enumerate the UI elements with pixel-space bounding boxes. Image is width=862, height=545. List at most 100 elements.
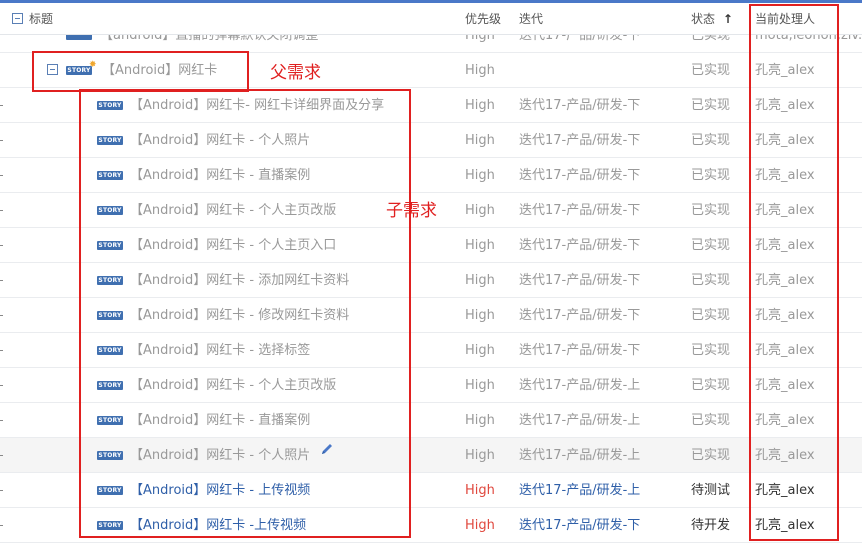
story-badge-icon: STORY <box>97 276 123 285</box>
row-iteration: 迭代17-产品/研发-下 <box>519 308 641 323</box>
row-priority: High <box>465 238 495 253</box>
row-priority: High <box>465 98 495 113</box>
row-priority: High <box>465 483 495 498</box>
row-assignee: 孔亮_alex <box>755 413 815 428</box>
row-assignee: 孔亮_alex <box>755 483 815 498</box>
header-status[interactable]: 状态 ↑ <box>691 3 733 35</box>
row-marker <box>0 350 3 351</box>
story-badge-icon: STORY <box>97 206 123 215</box>
row-assignee: 孔亮_alex <box>755 238 815 253</box>
row-marker <box>0 420 3 421</box>
story-badge-icon: STORY <box>97 136 123 145</box>
collapse-all-icon[interactable] <box>12 13 23 24</box>
table-header: 标题 优先级 迭代 状态 ↑ 当前处理人 <box>0 3 862 35</box>
header-assignee[interactable]: 当前处理人 <box>755 3 815 35</box>
row-assignee: 孔亮_alex <box>755 203 815 218</box>
table-row[interactable]: STORY 【Android】网红卡- 网红卡详细界面及分享 High 迭代17-产品… <box>0 88 862 123</box>
header-title[interactable]: 标题 <box>29 3 53 35</box>
table-row[interactable]: STORY 【Android】网红卡 - 修改网红卡资料 High 迭代17-产品/研… <box>0 298 862 333</box>
row-iteration: 迭代17-产品/研发-下 <box>519 98 641 113</box>
story-badge-icon: STORY <box>97 346 123 355</box>
row-title[interactable]: 【Android】网红卡 -上传视频 <box>130 508 306 543</box>
row-title[interactable]: 【Android】网红卡 - 个人主页改版 <box>130 193 336 228</box>
row-status: 已实现 <box>691 63 731 78</box>
table-row[interactable]: STORY 【Android】网红卡 - 个人主页改版 High 迭代17-产品/研发… <box>0 368 862 403</box>
row-priority: High <box>465 63 495 78</box>
table-row-parent[interactable]: STORY ✸ 【Android】网红卡 High 已实现 孔亮_alex <box>0 53 862 88</box>
pencil-icon[interactable] <box>314 441 334 456</box>
header-status-label: 状态 <box>691 12 716 26</box>
parent-star-icon: ✸ <box>89 60 97 70</box>
row-iteration: 迭代17-产品/研发-上 <box>519 483 641 498</box>
collapse-parent-icon[interactable] <box>47 64 58 75</box>
row-marker <box>0 280 3 281</box>
row-iteration: 迭代17-产品/研发-下 <box>519 238 641 253</box>
row-priority: High <box>465 203 495 218</box>
story-badge-icon: STORY <box>97 171 123 180</box>
table-row[interactable]: STORY 【Android】网红卡 - 直播案例 High 迭代17-产品/研发-下… <box>0 158 862 193</box>
table-row[interactable]: STORY 【Android】网红卡 -上传视频 High 迭代17-产品/研发-下 待… <box>0 508 862 543</box>
row-assignee: 孔亮_alex <box>755 168 815 183</box>
header-iteration[interactable]: 迭代 <box>519 3 543 35</box>
row-status: 已实现 <box>691 98 731 113</box>
row-title[interactable]: 【Android】网红卡 - 直播案例 <box>130 158 310 193</box>
row-title: 【Android】网红卡 <box>102 63 218 78</box>
row-iteration: 迭代17-产品/研发-上 <box>519 448 641 463</box>
header-priority[interactable]: 优先级 <box>465 3 501 35</box>
story-badge-icon: STORY <box>97 381 123 390</box>
sort-arrow-up-icon: ↑ <box>722 12 733 26</box>
row-priority: High <box>465 273 495 288</box>
row-assignee: 孔亮_alex <box>755 343 815 358</box>
table-row[interactable]: STORY 【Android】网红卡 - 直播案例 High 迭代17-产品/研发-上… <box>0 403 862 438</box>
table-row[interactable]: STORY 【Android】网红卡 - 个人照片 High 迭代17-产品/研发-上… <box>0 438 862 473</box>
row-title[interactable]: 【Android】网红卡 - 直播案例 <box>130 403 310 438</box>
row-title[interactable]: 【Android】网红卡 - 个人主页入口 <box>130 228 336 263</box>
row-title[interactable]: 【Android】网红卡 - 个人照片 <box>130 123 310 158</box>
row-title[interactable]: 【Android】网红卡 - 上传视频 <box>130 473 310 508</box>
row-assignee: 孔亮_alex <box>755 98 815 113</box>
row-iteration: 迭代17-产品/研发-下 <box>519 518 641 533</box>
row-status: 已实现 <box>691 203 731 218</box>
row-iteration: 迭代17-产品/研发-下 <box>519 168 641 183</box>
story-badge-icon: STORY <box>97 451 123 460</box>
row-iteration: 迭代17-产品/研发-上 <box>519 378 641 393</box>
row-marker <box>0 245 3 246</box>
row-status: 已实现 <box>691 378 731 393</box>
row-marker <box>0 175 3 176</box>
row-marker <box>0 490 3 491</box>
row-title[interactable]: 【Android】网红卡 - 个人照片 <box>130 438 310 473</box>
story-badge-icon: STORY <box>97 241 123 250</box>
row-priority: High <box>465 413 495 428</box>
row-marker <box>0 455 3 456</box>
row-iteration: 迭代17-产品/研发-下 <box>519 273 641 288</box>
row-priority: High <box>465 168 495 183</box>
row-title[interactable]: 【Android】网红卡 - 修改网红卡资料 <box>130 298 349 333</box>
row-iteration: 迭代17-产品/研发-下 <box>519 343 641 358</box>
row-status: 已实现 <box>691 308 731 323</box>
row-status: 已实现 <box>691 133 731 148</box>
row-status: 待开发 <box>691 518 731 533</box>
row-priority: High <box>465 378 495 393</box>
row-marker <box>0 315 3 316</box>
table-row[interactable]: STORY 【Android】网红卡 - 上传视频 High 迭代17-产品/研发-上… <box>0 473 862 508</box>
row-title[interactable]: 【Android】网红卡- 网红卡详细界面及分享 <box>130 88 384 123</box>
story-badge-icon: STORY <box>97 101 123 110</box>
row-marker <box>0 140 3 141</box>
table-row[interactable]: STORY 【Android】网红卡 - 添加网红卡资料 High 迭代17-产品/研… <box>0 263 862 298</box>
row-title[interactable]: 【Android】网红卡 - 个人主页改版 <box>130 368 336 403</box>
row-title[interactable]: 【Android】网红卡 - 添加网红卡资料 <box>130 263 349 298</box>
row-marker <box>0 525 3 526</box>
table-row[interactable]: STORY 【Android】网红卡 - 选择标签 High 迭代17-产品/研发-下… <box>0 333 862 368</box>
table-row[interactable]: STORY 【Android】网红卡 - 个人主页入口 High 迭代17-产品/研发… <box>0 228 862 263</box>
row-assignee: 孔亮_alex <box>755 273 815 288</box>
row-status: 待测试 <box>691 483 731 498</box>
row-priority: High <box>465 518 495 533</box>
table-row[interactable]: STORY 【Android】网红卡 - 个人照片 High 迭代17-产品/研发-下… <box>0 123 862 158</box>
row-priority: High <box>465 343 495 358</box>
row-assignee: 孔亮_alex <box>755 518 815 533</box>
row-marker <box>0 105 3 106</box>
row-title[interactable]: 【Android】网红卡 - 选择标签 <box>130 333 310 368</box>
row-iteration: 迭代17-产品/研发-下 <box>519 203 641 218</box>
row-priority: High <box>465 308 495 323</box>
story-badge-icon: STORY <box>97 521 123 530</box>
